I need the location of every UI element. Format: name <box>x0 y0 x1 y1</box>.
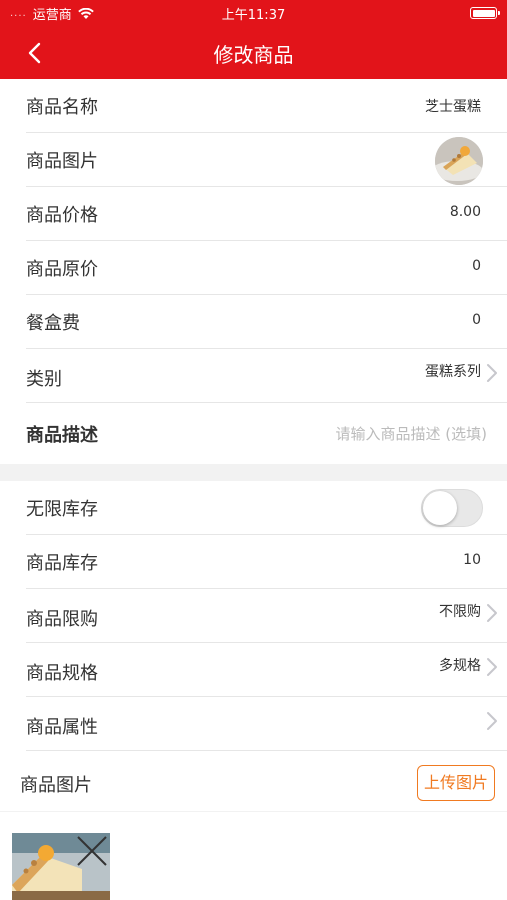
upload-image-button[interactable]: 上传图片 <box>417 765 495 801</box>
price-label: 商品价格 <box>26 205 98 226</box>
attributes-row[interactable]: 商品属性 <box>26 697 507 751</box>
unlimited-stock-row: 无限库存 <box>26 481 507 535</box>
photo-tile[interactable] <box>12 833 110 900</box>
basic-info-section: 商品名称 芝士蛋糕 商品图片 商品价格 8.00 商品原价 0 餐盒费 0 类别… <box>0 79 507 464</box>
description-input[interactable]: 请输入商品描述 (选填) <box>336 423 487 444</box>
description-label: 商品描述 <box>26 425 98 446</box>
chevron-right-icon <box>487 364 497 382</box>
chevron-right-icon <box>487 712 497 730</box>
original-price-row[interactable]: 商品原价 0 <box>26 241 507 295</box>
price-value: 8.00 <box>449 204 481 220</box>
chevron-right-icon <box>487 604 497 622</box>
photo-gallery <box>0 812 507 900</box>
category-value: 蛋糕系列 <box>425 364 481 380</box>
box-fee-value: 0 <box>472 312 481 328</box>
status-time: 上午11:37 <box>221 8 286 23</box>
category-row[interactable]: 类别 蛋糕系列 <box>26 349 507 403</box>
box-fee-row[interactable]: 餐盒费 0 <box>26 295 507 349</box>
box-fee-label: 餐盒费 <box>26 313 80 334</box>
name-row[interactable]: 商品名称 芝士蛋糕 <box>26 79 507 133</box>
purchase-limit-row[interactable]: 商品限购 不限购 <box>26 589 507 643</box>
name-value: 芝士蛋糕 <box>425 99 481 115</box>
category-label: 类别 <box>26 369 62 390</box>
spec-value: 多规格 <box>439 658 481 674</box>
chevron-right-icon <box>487 658 497 676</box>
stock-quantity-row[interactable]: 商品库存 10 <box>26 535 507 589</box>
attributes-label: 商品属性 <box>26 717 98 738</box>
purchase-limit-label: 商品限购 <box>26 609 98 630</box>
unlimited-stock-toggle[interactable] <box>421 489 483 527</box>
purchase-limit-value: 不限购 <box>439 604 481 620</box>
image-row[interactable]: 商品图片 <box>26 133 507 187</box>
stock-quantity-value: 10 <box>463 552 481 568</box>
spec-label: 商品规格 <box>26 663 98 684</box>
nav-bar: 修改商品 <box>0 26 507 79</box>
original-price-label: 商品原价 <box>26 259 98 280</box>
name-label: 商品名称 <box>26 97 98 118</box>
stock-section: 无限库存 商品库存 10 商品限购 不限购 商品规格 多规格 商品属性 商品图片… <box>0 481 507 811</box>
close-icon[interactable] <box>74 833 110 869</box>
unlimited-stock-label: 无限库存 <box>26 499 98 520</box>
battery-icon <box>470 7 500 19</box>
price-row[interactable]: 商品价格 8.00 <box>26 187 507 241</box>
gallery-label: 商品图片 <box>20 775 92 796</box>
spec-row[interactable]: 商品规格 多规格 <box>26 643 507 697</box>
original-price-value: 0 <box>472 258 481 274</box>
gallery-row: 商品图片 上传图片 <box>0 754 507 811</box>
status-bar: .... 运营商 上午11:37 <box>0 0 507 26</box>
product-thumbnail[interactable] <box>435 137 483 185</box>
stock-quantity-label: 商品库存 <box>26 553 98 574</box>
description-row[interactable]: 商品描述 请输入商品描述 (选填) <box>26 403 507 464</box>
cheesecake-image <box>435 137 483 185</box>
page-title: 修改商品 <box>213 43 294 67</box>
image-label: 商品图片 <box>26 151 98 172</box>
